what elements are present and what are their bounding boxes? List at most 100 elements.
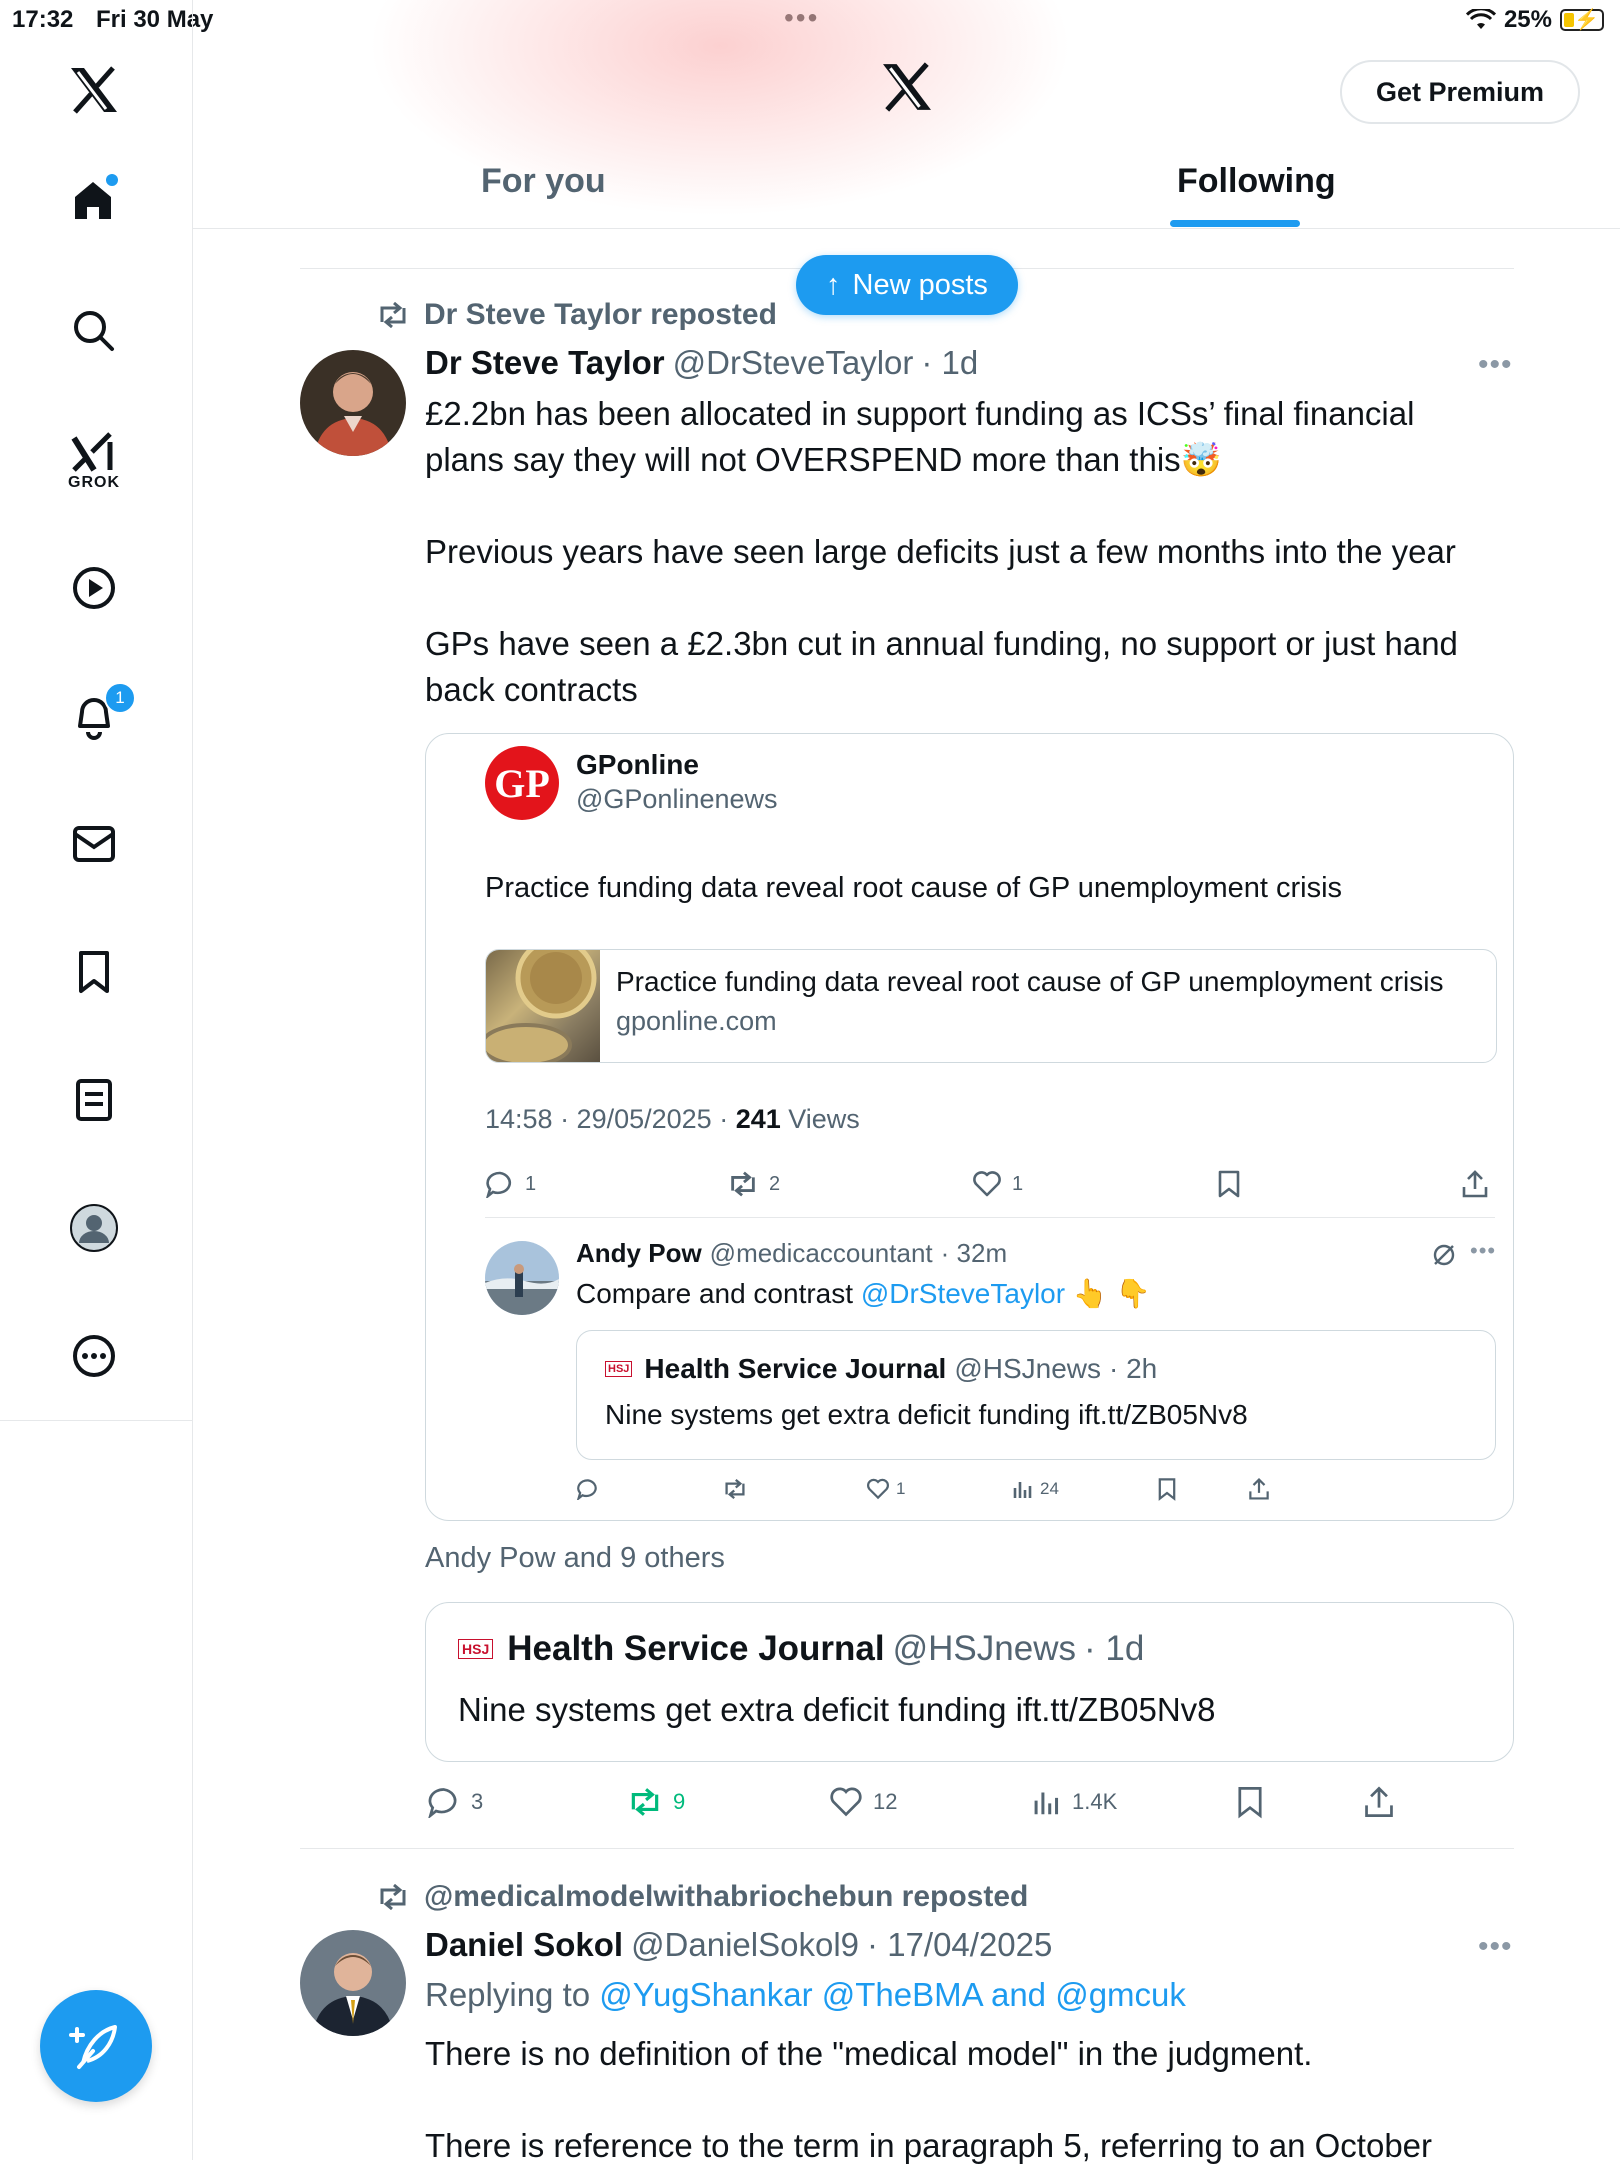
- articles-icon[interactable]: [66, 1072, 122, 1128]
- views-icon: [1013, 1482, 1032, 1498]
- reply-emoji: 👆 👇: [1072, 1278, 1151, 1309]
- repost-icon: [725, 1478, 745, 1500]
- avatar-andy-pow[interactable]: [485, 1241, 559, 1315]
- replying-mentions[interactable]: @YugShankar @TheBMA and @gmcuk: [599, 1976, 1186, 2013]
- tab-following[interactable]: Following: [1177, 162, 1336, 201]
- post-more-icon[interactable]: •••: [1478, 1930, 1513, 1964]
- author-name[interactable]: Dr Steve Taylor: [425, 344, 665, 382]
- link-preview-card[interactable]: Practice funding data reveal root cause …: [485, 949, 1497, 1063]
- inner-quote-card[interactable]: HSJ Health Service Journal @HSJnews · 2h…: [576, 1330, 1496, 1460]
- tab-for-you[interactable]: For you: [481, 162, 606, 201]
- grok-label: GROK: [68, 474, 120, 491]
- quote-author-name[interactable]: GPonline: [576, 749, 699, 781]
- repost-label[interactable]: Dr Steve Taylor reposted: [424, 298, 777, 332]
- status-right: 25% ⚡: [1465, 6, 1604, 34]
- repost-action[interactable]: 2: [727, 1171, 780, 1197]
- reply-author-handle[interactable]: @medicaccountant: [710, 1238, 933, 1269]
- views-action[interactable]: 1.4K: [1032, 1787, 1117, 1817]
- messages-icon[interactable]: [66, 816, 122, 872]
- like-action[interactable]: 12: [829, 1786, 897, 1818]
- avatar-steve-taylor[interactable]: [300, 350, 406, 456]
- notifications-icon[interactable]: 1: [66, 682, 136, 744]
- grok-translate-icon[interactable]: [1431, 1242, 1457, 1273]
- reply-more-icon[interactable]: •••: [1470, 1238, 1496, 1264]
- repost-action[interactable]: 9: [627, 1788, 685, 1816]
- home-icon[interactable]: [66, 172, 122, 228]
- sidebar: GROK 1: [0, 0, 193, 2160]
- quote-timestamp: 14:58 · 29/05/2025 · 241 Views: [485, 1104, 860, 1135]
- bookmark-action[interactable]: [1156, 1477, 1178, 1501]
- repost-label[interactable]: @medicalmodelwithabriochebun reposted: [424, 1880, 1028, 1914]
- inner-quote-name[interactable]: Health Service Journal: [644, 1353, 946, 1385]
- profile-icon[interactable]: [66, 1200, 122, 1256]
- header-glow: [340, 0, 1100, 230]
- author-handle[interactable]: @DrSteveTaylor: [673, 344, 914, 382]
- like-count: 1: [896, 1479, 906, 1498]
- reply-action[interactable]: 3: [427, 1786, 483, 1818]
- reply-author-name[interactable]: Andy Pow: [576, 1238, 702, 1269]
- reply-action[interactable]: 1: [485, 1170, 536, 1198]
- share-action[interactable]: [1461, 1169, 1489, 1199]
- sidebar-divider: [0, 1420, 192, 1421]
- get-premium-button[interactable]: Get Premium: [1339, 60, 1580, 124]
- repost-count: 2: [769, 1172, 781, 1195]
- repost-context: Dr Steve Taylor reposted: [376, 298, 777, 332]
- header-divider: [193, 228, 1620, 229]
- gp-logo-text: GP: [494, 760, 550, 806]
- share-action[interactable]: [1248, 1477, 1270, 1501]
- social-context[interactable]: Andy Pow and 9 others: [425, 1542, 725, 1575]
- reply-action[interactable]: [576, 1478, 600, 1500]
- hsj-time[interactable]: · 1d: [1084, 1629, 1144, 1669]
- x-logo-icon[interactable]: [66, 62, 122, 118]
- repost-icon: [631, 1788, 659, 1816]
- quote-author-handle[interactable]: @GPonlinenews: [576, 784, 778, 815]
- author-handle[interactable]: @DanielSokol9: [631, 1926, 859, 1964]
- notifications-badge: 1: [104, 682, 136, 714]
- gponline-avatar[interactable]: GP: [485, 746, 559, 820]
- post-time[interactable]: · 1d: [921, 344, 978, 382]
- repost-action[interactable]: [722, 1478, 748, 1500]
- bookmark-action[interactable]: [1216, 1169, 1242, 1199]
- quote-card-hsj[interactable]: HSJ Health Service Journal @HSJnews · 1d…: [425, 1602, 1514, 1762]
- new-posts-button[interactable]: ↑ New posts: [796, 255, 1018, 315]
- link-title: Practice funding data reveal root cause …: [616, 966, 1444, 997]
- author-name[interactable]: Daniel Sokol: [425, 1926, 623, 1964]
- more-icon[interactable]: [66, 1328, 122, 1384]
- text-line: GPs have seen a £2.3bn cut in annual fun…: [425, 625, 1458, 662]
- text-line: back contracts: [425, 671, 638, 708]
- quote-card-gponline[interactable]: GP GPonline @GPonlinenews Practice fundi…: [425, 733, 1514, 1521]
- battery-icon: ⚡: [1560, 9, 1604, 31]
- bookmark-action[interactable]: [1235, 1785, 1265, 1819]
- wifi-icon: [1465, 9, 1496, 29]
- hsj-quote-text: Nine systems get extra deficit funding i…: [458, 1691, 1216, 1728]
- reply-text-prefix: Compare and contrast: [576, 1278, 861, 1309]
- views-action[interactable]: 24: [1012, 1478, 1059, 1500]
- like-action[interactable]: 1: [972, 1170, 1023, 1198]
- post-more-icon[interactable]: •••: [1478, 348, 1513, 382]
- reply-time[interactable]: · 32m: [941, 1238, 1007, 1269]
- bookmarks-icon[interactable]: [66, 944, 122, 1000]
- inner-quote-handle[interactable]: @HSJnews: [954, 1353, 1101, 1385]
- like-action[interactable]: 1: [866, 1478, 905, 1500]
- repost-icon: [380, 1884, 406, 1910]
- search-icon[interactable]: [66, 303, 122, 359]
- views-icon: [1034, 1792, 1059, 1815]
- link-domain: gponline.com: [616, 1006, 777, 1036]
- compose-button[interactable]: [40, 1990, 152, 2102]
- grok-icon[interactable]: GROK: [66, 424, 122, 498]
- battery-percent: 25%: [1503, 6, 1552, 33]
- reply-mention[interactable]: @DrSteveTaylor: [861, 1278, 1065, 1309]
- inner-quote-text: Nine systems get extra deficit funding i…: [605, 1399, 1248, 1430]
- inner-quote-time[interactable]: · 2h: [1109, 1353, 1157, 1385]
- heart-icon: [867, 1478, 889, 1500]
- post-time[interactable]: · 17/04/2025: [867, 1926, 1052, 1964]
- video-icon[interactable]: [66, 560, 122, 616]
- quote-text: Practice funding data reveal root cause …: [485, 872, 1343, 904]
- hsj-name[interactable]: Health Service Journal: [507, 1629, 884, 1669]
- share-action[interactable]: [1363, 1785, 1395, 1819]
- post1-text: £2.2bn has been allocated in support fun…: [425, 391, 1505, 713]
- avatar-daniel-sokol[interactable]: [300, 1930, 406, 2036]
- hsj-handle[interactable]: @HSJnews: [893, 1629, 1076, 1669]
- inner-quote-header: HSJ Health Service Journal @HSJnews · 2h: [605, 1353, 1157, 1385]
- coins-thumbnail: [486, 950, 600, 1062]
